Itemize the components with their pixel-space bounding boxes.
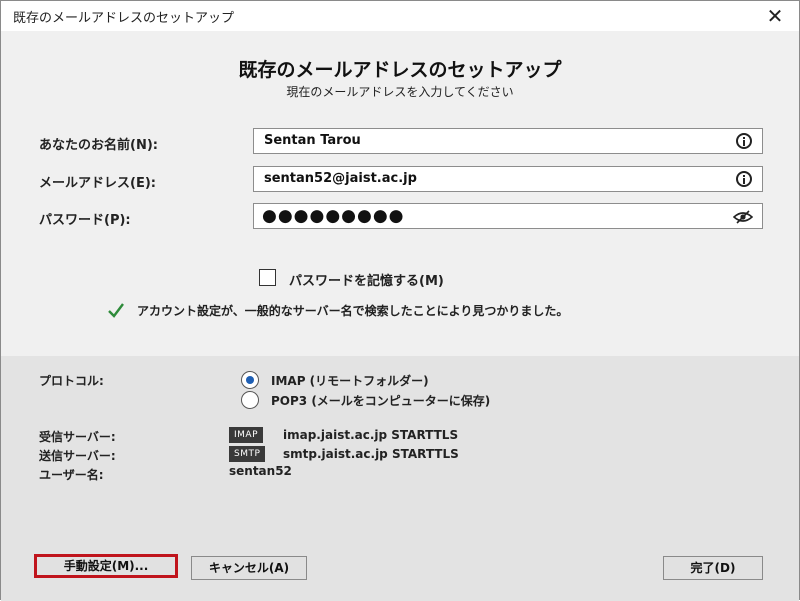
account-form-section: 既存のメールアドレスのセットアップ 現在のメールアドレスを入力してください あな… bbox=[1, 31, 799, 356]
name-value: Sentan Tarou bbox=[264, 133, 361, 148]
protocol-label: プロトコル: bbox=[39, 374, 104, 388]
smtp-badge: SMTP bbox=[229, 446, 266, 462]
outgoing-server-value: smtp.jaist.ac.jp STARTTLS bbox=[283, 447, 459, 461]
cancel-button[interactable]: キャンセル(A) bbox=[191, 556, 307, 580]
dialog-subheading: 現在のメールアドレスを入力してください bbox=[286, 85, 514, 99]
username-label: ユーザー名: bbox=[39, 468, 104, 482]
imap-radio[interactable] bbox=[241, 371, 259, 389]
password-label: パスワード(P): bbox=[39, 213, 131, 228]
email-field[interactable]: sentan52@jaist.ac.jp bbox=[253, 166, 763, 192]
done-button[interactable]: 完了(D) bbox=[663, 556, 763, 580]
email-label: メールアドレス(E): bbox=[39, 176, 156, 191]
remember-password-checkbox[interactable] bbox=[259, 269, 276, 286]
account-setup-dialog: 既存のメールアドレスのセットアップ ✕ 既存のメールアドレスのセットアップ 現在… bbox=[0, 0, 800, 601]
pop3-label[interactable]: POP3 (メールをコンピューターに保存) bbox=[271, 392, 490, 409]
name-label: あなたのお名前(N): bbox=[39, 138, 158, 153]
close-icon[interactable]: ✕ bbox=[763, 4, 787, 28]
username-value: sentan52 bbox=[229, 464, 292, 478]
window-title: 既存のメールアドレスのセットアップ bbox=[13, 11, 235, 26]
info-icon[interactable] bbox=[736, 171, 752, 187]
checkmark-icon bbox=[108, 303, 124, 318]
manual-config-button[interactable]: 手動設定(M)... bbox=[34, 554, 178, 578]
name-field[interactable]: Sentan Tarou bbox=[253, 128, 763, 154]
outgoing-server-label: 送信サーバー: bbox=[39, 449, 116, 463]
info-icon[interactable] bbox=[736, 133, 752, 149]
password-field[interactable]: ●●●●●●●●● bbox=[253, 203, 763, 229]
status-text: アカウント設定が、一般的なサーバー名で検索したことにより見つかりました。 bbox=[137, 304, 569, 318]
eye-slash-icon[interactable] bbox=[733, 210, 753, 224]
password-value: ●●●●●●●●● bbox=[262, 206, 405, 226]
dialog-heading: 既存のメールアドレスのセットアップ bbox=[238, 59, 562, 81]
remember-password-label[interactable]: パスワードを記憶する(M) bbox=[289, 270, 444, 289]
title-bar: 既存のメールアドレスのセットアップ ✕ bbox=[1, 1, 799, 31]
imap-label[interactable]: IMAP (リモートフォルダー) bbox=[271, 372, 429, 389]
server-config-section: プロトコル: IMAP (リモートフォルダー) POP3 (メールをコンピュータ… bbox=[1, 356, 799, 601]
incoming-server-label: 受信サーバー: bbox=[39, 430, 116, 444]
email-value: sentan52@jaist.ac.jp bbox=[264, 171, 417, 186]
imap-badge: IMAP bbox=[229, 427, 264, 443]
pop3-radio[interactable] bbox=[241, 391, 259, 409]
incoming-server-value: imap.jaist.ac.jp STARTTLS bbox=[283, 428, 459, 442]
